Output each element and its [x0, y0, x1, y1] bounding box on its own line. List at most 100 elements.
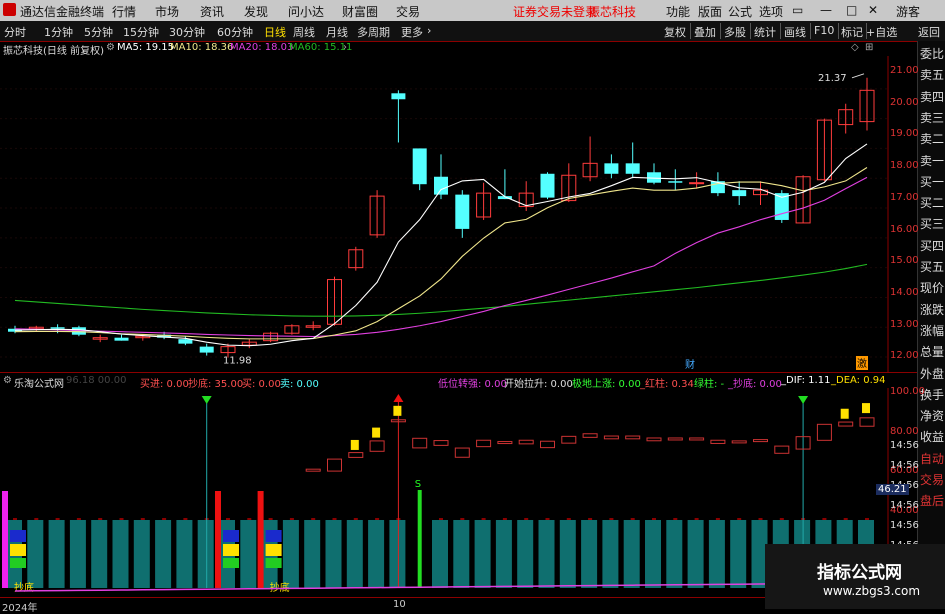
teal-column: [48, 520, 65, 588]
tab-minute-time[interactable]: 分时: [4, 24, 26, 40]
side-panel-item[interactable]: 涨跌: [920, 301, 944, 318]
tool-multi-stock[interactable]: 多股: [724, 24, 746, 40]
sub-candle: [689, 437, 705, 441]
price-tick-label: 19.00: [890, 128, 919, 140]
expand-icon[interactable]: ⊞: [865, 42, 873, 53]
menu-wealth[interactable]: 财富圈: [342, 3, 378, 20]
tab-more[interactable]: 更多: [401, 24, 423, 40]
watermark: 指标公式网 www.zbgs3.com: [765, 544, 945, 609]
signal-block-green: [10, 558, 26, 568]
sub-candle: [774, 445, 790, 454]
tool-stats[interactable]: 统计: [754, 24, 776, 40]
indicator-bar: [417, 490, 422, 588]
side-panel-item[interactable]: 盘后: [920, 492, 944, 509]
tool-f10[interactable]: F10: [814, 24, 834, 37]
side-panel-item[interactable]: 现价: [920, 279, 944, 296]
menu-news[interactable]: 资讯: [200, 3, 224, 20]
time-label: 14:56: [890, 440, 919, 451]
tool-add-watchlist[interactable]: +自选: [866, 24, 897, 40]
indicator-icon[interactable]: ⚙: [3, 375, 12, 386]
menu-options[interactable]: 选项: [759, 3, 783, 20]
minimize-icon[interactable]: —: [820, 3, 832, 17]
menu-layout[interactable]: 版面: [698, 3, 722, 20]
kline-chart[interactable]: 21.37 11.98 财 激: [0, 56, 890, 372]
tab-15min[interactable]: 15分钟: [123, 24, 159, 40]
info-expand-icon[interactable]: ›: [343, 42, 347, 53]
stock-link[interactable]: 振芯科技: [588, 3, 636, 20]
window-icon[interactable]: ▭: [792, 3, 803, 17]
user-label[interactable]: 游客: [896, 3, 920, 20]
candle-body: [412, 148, 427, 185]
side-panel-item[interactable]: 卖五: [920, 66, 944, 83]
sub-candle: [816, 423, 832, 441]
teal-column: [453, 520, 470, 588]
side-panel-item[interactable]: 买一: [920, 173, 944, 190]
tab-more-chevron-icon[interactable]: ›: [427, 24, 431, 37]
price-tick-label: 16.00: [890, 223, 919, 235]
side-panel-item[interactable]: 买四: [920, 237, 944, 254]
login-status[interactable]: 证券交易未登录: [513, 3, 597, 20]
tool-back[interactable]: 返回: [918, 24, 940, 40]
tab-5min[interactable]: 5分钟: [84, 24, 113, 40]
side-panel-item[interactable]: 委比: [920, 45, 944, 62]
price-tick-label: 20.00: [890, 96, 919, 108]
side-panel-item[interactable]: 总量: [920, 343, 944, 360]
tool-adjust[interactable]: 复权: [664, 24, 686, 40]
close-icon[interactable]: ✕: [868, 3, 878, 17]
teal-column: [133, 520, 150, 588]
settings-gear-icon[interactable]: ⚙: [106, 42, 115, 53]
menu-discover[interactable]: 发现: [244, 3, 268, 20]
teal-column: [581, 520, 598, 588]
tab-1min[interactable]: 1分钟: [44, 24, 73, 40]
date-axis: 2024年 10: [0, 597, 890, 614]
sub-candle: [540, 440, 555, 449]
side-panel-item[interactable]: 外盘: [920, 365, 944, 382]
tab-30min[interactable]: 30分钟: [169, 24, 205, 40]
maximize-icon[interactable]: □: [846, 3, 857, 17]
side-panel-item[interactable]: 买五: [920, 258, 944, 275]
menu-function[interactable]: 功能: [666, 3, 690, 20]
side-panel-item[interactable]: 交易: [920, 471, 944, 488]
tab-monthly[interactable]: 月线: [326, 24, 348, 40]
menu-trade[interactable]: 交易: [396, 3, 420, 20]
side-panel-item[interactable]: 卖一: [920, 152, 944, 169]
price-tick-label: 17.00: [890, 191, 919, 203]
side-panel-item[interactable]: 卖二: [920, 130, 944, 147]
side-panel-item[interactable]: 卖四: [920, 88, 944, 105]
tab-60min[interactable]: 60分钟: [217, 24, 253, 40]
tool-draw[interactable]: 画线: [784, 24, 806, 40]
menu-market[interactable]: 市场: [155, 3, 179, 20]
tab-multi-period[interactable]: 多周期: [357, 24, 390, 40]
side-panel-item[interactable]: 自动: [920, 450, 944, 467]
side-panel-item[interactable]: 买三: [920, 215, 944, 232]
candle-body: [434, 176, 448, 195]
indicator-chart[interactable]: S抄底 抄底: [0, 388, 890, 593]
sub-candle: [348, 452, 364, 458]
menu-formula[interactable]: 公式: [728, 3, 752, 20]
tab-daily[interactable]: 日线: [264, 24, 286, 40]
tool-mark[interactable]: 标记: [841, 24, 863, 40]
side-panel-item[interactable]: 涨幅: [920, 322, 944, 339]
menu-quotes[interactable]: 行情: [112, 3, 136, 20]
sub-candle: [412, 437, 428, 449]
signal-bar: [215, 491, 221, 588]
down-arrow-icon: [798, 396, 809, 404]
sub-candle: [561, 435, 577, 444]
teal-column: [304, 520, 321, 588]
sub-candle: [603, 435, 619, 440]
price-tick-label: 18.00: [890, 160, 919, 172]
indicator-tick-label: 80.00: [890, 425, 919, 437]
sub-candle: [476, 439, 492, 448]
side-panel-item[interactable]: 买二: [920, 194, 944, 211]
signal-yellow-tag: [393, 405, 402, 416]
tab-weekly[interactable]: 周线: [293, 24, 315, 40]
teal-column: [325, 520, 342, 588]
side-panel-item[interactable]: 净资: [920, 407, 944, 424]
diamond-icon[interactable]: ◇: [851, 42, 859, 53]
side-panel-item[interactable]: 卖三: [920, 109, 944, 126]
tool-overlay[interactable]: 叠加: [694, 24, 716, 40]
indicator-tick-label: 100.00: [890, 386, 925, 397]
menu-ask[interactable]: 问小达: [288, 3, 324, 20]
side-panel-item[interactable]: 收益: [920, 428, 944, 445]
sub-candle: [838, 421, 854, 427]
